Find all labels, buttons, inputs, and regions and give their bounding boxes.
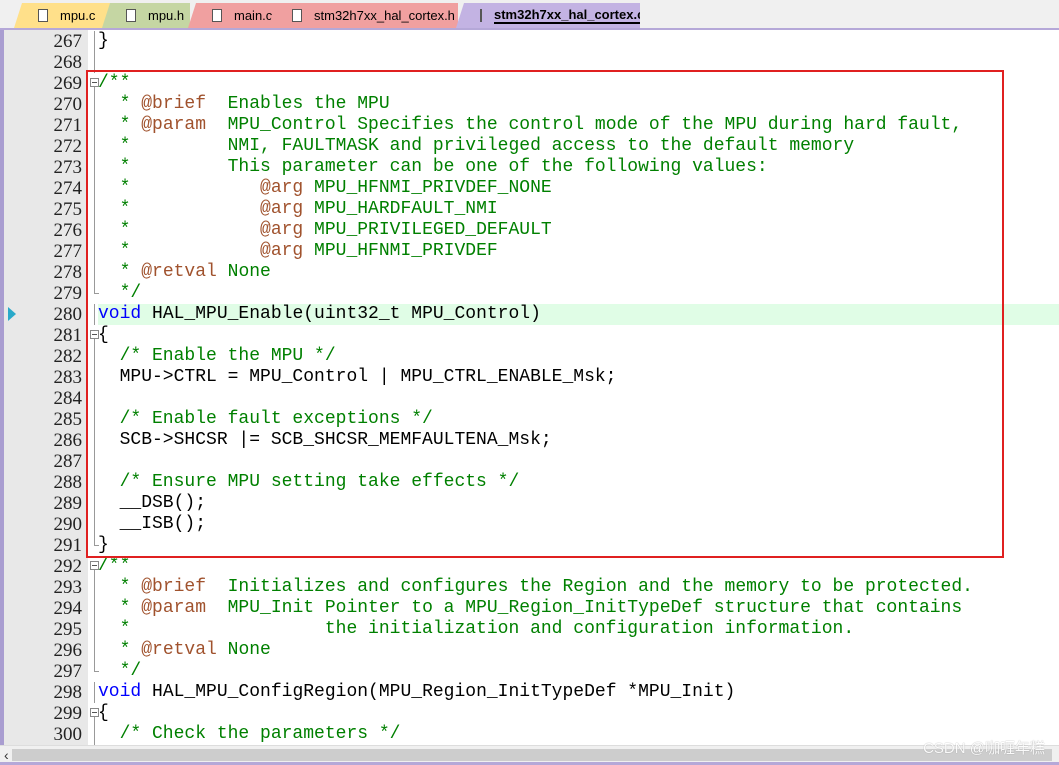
line-number: 296: [53, 640, 83, 661]
tab-mpu-h[interactable]: mpu.h: [102, 3, 190, 28]
code-text: * the initialization and configuration i…: [98, 619, 855, 640]
line-number: 275: [53, 199, 83, 220]
code-token: }: [98, 31, 109, 51]
scroll-left-arrow-icon[interactable]: ‹: [4, 747, 9, 763]
tab-mpu-c[interactable]: mpu.c: [14, 3, 110, 28]
code-text: */: [98, 661, 142, 682]
line-number: 283: [53, 367, 83, 388]
line-number: 267: [53, 31, 83, 52]
line-number: 295: [53, 619, 83, 640]
line-number: 292: [53, 556, 83, 577]
horizontal-scrollbar[interactable]: ‹: [0, 745, 1059, 765]
tab-label: mpu.c: [60, 8, 96, 23]
file-icon: [292, 9, 302, 22]
highlight-annotation-box: [86, 70, 1004, 558]
code-line[interactable]: 294 * @param MPU_Init Pointer to a MPU_R…: [4, 598, 1059, 619]
code-token: {: [98, 703, 109, 723]
scrollbar-thumb[interactable]: [12, 749, 1052, 761]
code-token: /**: [98, 556, 131, 576]
file-icon: [126, 9, 136, 22]
code-token: /* Check the parameters */: [98, 724, 401, 744]
code-line[interactable]: 298 void HAL_MPU_ConfigRegion(MPU_Region_…: [4, 682, 1059, 703]
line-number: 290: [53, 514, 83, 535]
line-number: 289: [53, 493, 83, 514]
line-number: 280: [53, 304, 83, 325]
code-text: * @retval None: [98, 640, 271, 661]
code-token: * the initialization and configuration i…: [98, 619, 855, 639]
line-number: 284: [53, 388, 83, 409]
line-number: 300: [53, 724, 83, 745]
line-number: 270: [53, 94, 83, 115]
code-token: */: [98, 661, 142, 681]
code-line[interactable]: 293 * @brief Initializes and configures …: [4, 577, 1059, 598]
line-number: 293: [53, 577, 83, 598]
line-number: 288: [53, 472, 83, 493]
code-text: /**: [98, 556, 130, 577]
code-token: MPU_Init Pointer to a MPU_Region_InitTyp…: [206, 598, 963, 618]
code-token: None: [216, 640, 271, 660]
tab-stm32h7xx_hal_cortex-c[interactable]: stm32h7xx_hal_cortex.c: [456, 3, 640, 28]
line-number: 286: [53, 430, 83, 451]
file-icon: [38, 9, 48, 22]
tab-main-c[interactable]: main.c: [188, 3, 278, 28]
tab-stm32h7xx_hal_cortex-h[interactable]: stm32h7xx_hal_cortex.h: [268, 3, 458, 28]
line-number: 297: [53, 661, 83, 682]
code-token: @retval: [141, 640, 217, 660]
line-number: 282: [53, 346, 83, 367]
code-line[interactable]: 300 /* Check the parameters */: [4, 724, 1059, 745]
line-number: 298: [53, 682, 83, 703]
line-number: 299: [53, 703, 83, 724]
line-number: 278: [53, 262, 83, 283]
code-text: }: [98, 31, 109, 52]
line-number: 268: [53, 52, 83, 73]
code-token: void: [98, 682, 142, 702]
line-number: 285: [53, 409, 83, 430]
line-number: 291: [53, 535, 83, 556]
line-number: 272: [53, 136, 83, 157]
tab-label: stm32h7xx_hal_cortex.c: [494, 7, 645, 24]
line-number: 274: [53, 178, 83, 199]
code-token: *: [98, 577, 142, 597]
code-line[interactable]: 267}: [4, 31, 1059, 52]
code-line[interactable]: 299 {: [4, 703, 1059, 724]
file-icon: [480, 9, 482, 22]
code-token: *: [98, 598, 142, 618]
tab-label: stm32h7xx_hal_cortex.h: [314, 8, 455, 23]
line-number: 276: [53, 220, 83, 241]
code-text: {: [98, 703, 109, 724]
code-text: void HAL_MPU_ConfigRegion(MPU_Region_Ini…: [98, 682, 735, 703]
code-line[interactable]: 297 */: [4, 661, 1059, 682]
code-token: @brief: [141, 577, 207, 597]
line-number: 281: [53, 325, 83, 346]
code-line[interactable]: 295 * the initialization and configurati…: [4, 619, 1059, 640]
line-number: 279: [53, 283, 83, 304]
tab-label: main.c: [234, 8, 273, 23]
code-text: /* Check the parameters */: [98, 724, 401, 745]
line-number: 277: [53, 241, 83, 262]
code-token: HAL_MPU_ConfigRegion(MPU_Region_InitType…: [141, 682, 736, 702]
line-number: 271: [53, 115, 83, 136]
code-text: * @param MPU_Init Pointer to a MPU_Regio…: [98, 598, 963, 619]
code-token: *: [98, 640, 142, 660]
line-number: 287: [53, 451, 83, 472]
line-number: 269: [53, 73, 83, 94]
tab-bar: mpu.c mpu.h main.c stm32h7xx_hal_cortex.h st…: [0, 0, 1059, 30]
watermark: CSDN @咖喱年糕: [923, 740, 1045, 757]
code-line[interactable]: 292 /**: [4, 556, 1059, 577]
line-number: 294: [53, 598, 83, 619]
code-token: @param: [141, 598, 207, 618]
file-icon: [212, 9, 222, 22]
code-line[interactable]: 296 * @retval None: [4, 640, 1059, 661]
line-number: 273: [53, 157, 83, 178]
code-token: Initializes and configures the Region an…: [206, 577, 973, 597]
code-text: * @brief Initializes and configures the …: [98, 577, 973, 598]
tab-label: mpu.h: [148, 8, 185, 23]
